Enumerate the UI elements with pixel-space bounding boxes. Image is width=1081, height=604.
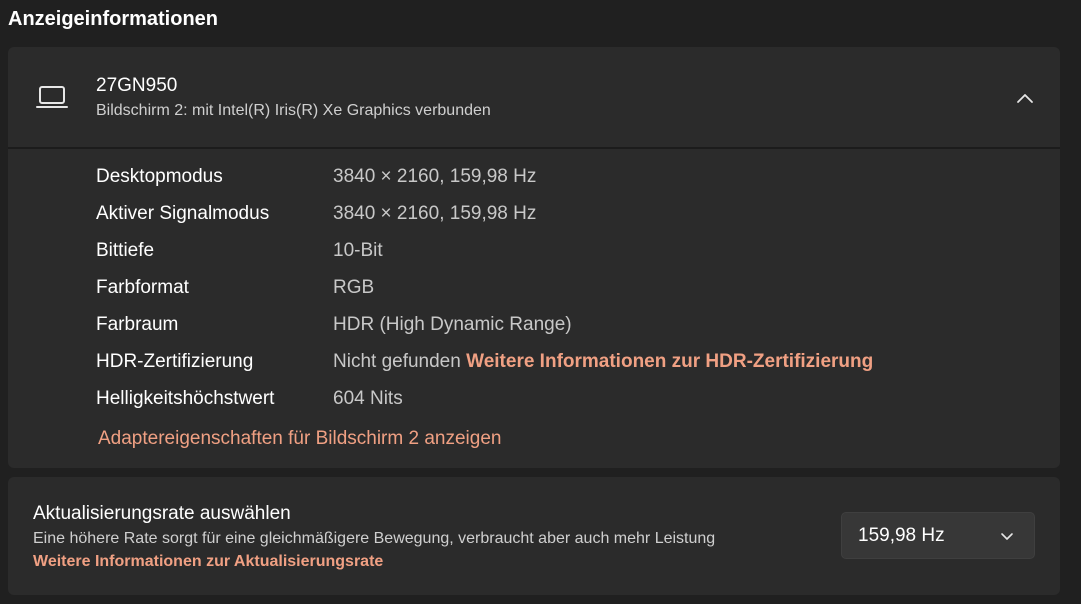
info-value: 604 Nits: [333, 388, 403, 409]
refresh-rate-description: Eine höhere Rate sorgt für eine gleichmä…: [33, 530, 716, 547]
info-value: 10-Bit: [333, 240, 383, 261]
info-row-peak-brightness: Helligkeitshöchstwert 604 Nits: [96, 386, 1040, 423]
info-value: RGB: [333, 277, 375, 298]
adapter-properties-link[interactable]: Adaptereigenschaften für Bildschirm 2 an…: [98, 428, 501, 450]
monitor-connection: Bildschirm 2: mit Intel(R) Iris(R) Xe Gr…: [96, 102, 491, 119]
display-header[interactable]: 27GN950 Bildschirm 2: mit Intel(R) Iris(…: [8, 47, 1060, 149]
refresh-rate-selected: 159,98 Hz: [858, 525, 945, 546]
hdr-certification-link[interactable]: Weitere Informationen zur HDR-Zertifizie…: [466, 351, 873, 372]
info-label: Farbraum: [96, 314, 179, 335]
info-label: Farbformat: [96, 277, 189, 298]
chevron-up-icon: [1017, 94, 1033, 103]
refresh-rate-info-link[interactable]: Weitere Informationen zur Aktualisierung…: [33, 553, 383, 571]
info-value: 3840 × 2160, 159,98 Hz: [333, 166, 537, 187]
info-label: Bittiefe: [96, 240, 155, 261]
info-row-color-space: Farbraum HDR (High Dynamic Range): [96, 312, 1040, 349]
info-rows: Desktopmodus 3840 × 2160, 159,98 Hz Akti…: [96, 164, 1040, 423]
info-row-desktop-mode: Desktopmodus 3840 × 2160, 159,98 Hz: [96, 164, 1040, 201]
laptop-icon: [36, 86, 68, 108]
refresh-rate-dropdown[interactable]: 159,98 Hz: [841, 512, 1035, 559]
info-row-hdr-certification: HDR-Zertifizierung Nicht gefunden Weiter…: [96, 349, 1040, 386]
info-label: HDR-Zertifizierung: [96, 351, 254, 372]
chevron-down-icon: [1001, 533, 1013, 540]
info-label: Desktopmodus: [96, 166, 223, 187]
hdr-status: Nicht gefunden: [333, 351, 461, 372]
refresh-rate-title: Aktualisierungsrate auswählen: [33, 503, 291, 524]
refresh-rate-card: Aktualisierungsrate auswählen Eine höher…: [8, 477, 1060, 595]
info-row-bit-depth: Bittiefe 10-Bit: [96, 238, 1040, 275]
info-label: Aktiver Signalmodus: [96, 203, 270, 224]
info-row-signal-mode: Aktiver Signalmodus 3840 × 2160, 159,98 …: [96, 201, 1040, 238]
collapse-button[interactable]: [1008, 81, 1042, 115]
monitor-name: 27GN950: [96, 75, 178, 96]
info-label: Helligkeitshöchstwert: [96, 388, 275, 409]
info-value: 3840 × 2160, 159,98 Hz: [333, 203, 537, 224]
info-value: HDR (High Dynamic Range): [333, 314, 572, 335]
display-info-card: 27GN950 Bildschirm 2: mit Intel(R) Iris(…: [8, 47, 1060, 468]
info-row-color-format: Farbformat RGB: [96, 275, 1040, 312]
section-title: Anzeigeinformationen: [8, 8, 219, 30]
info-value: Nicht gefunden Weitere Informationen zur…: [333, 351, 873, 373]
